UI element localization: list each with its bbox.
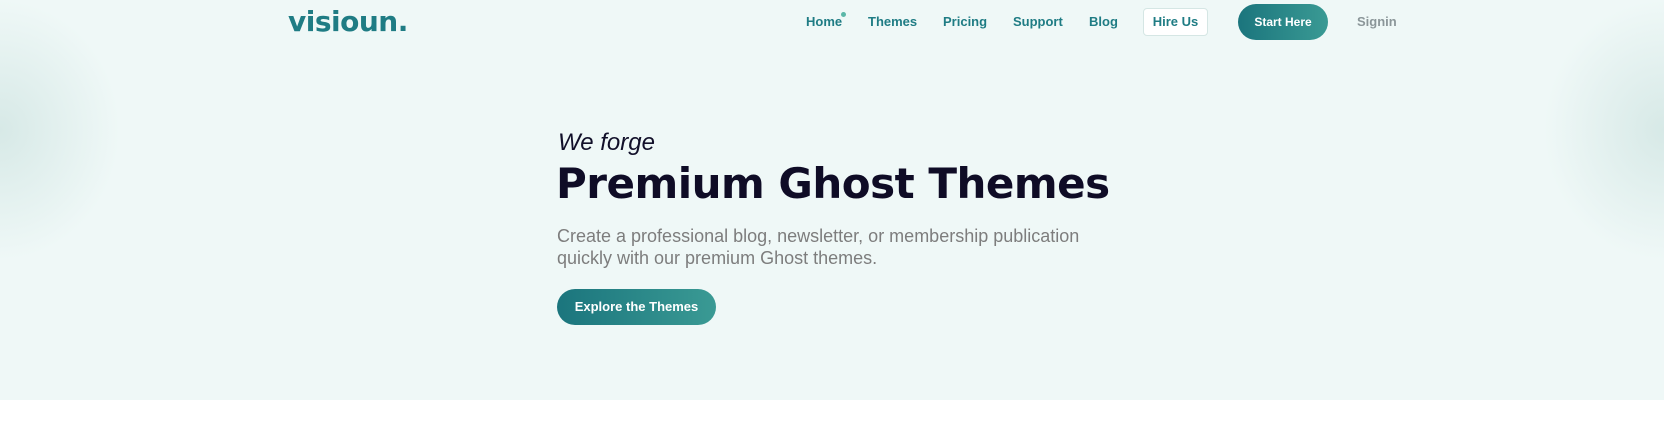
nav-themes[interactable]: Themes [868, 12, 917, 32]
hire-us-button[interactable]: Hire Us [1143, 8, 1208, 36]
hero-eyebrow: We forge [558, 129, 655, 156]
nav-support[interactable]: Support [1013, 12, 1063, 32]
hero-subtitle-line-1: Create a professional blog, newsletter, … [557, 226, 1080, 246]
explore-themes-button[interactable]: Explore the Themes [557, 289, 716, 325]
hero-subtitle: Create a professional blog, newsletter, … [557, 225, 1097, 269]
signin-link[interactable]: Signin [1357, 12, 1397, 32]
nav-home[interactable]: Home [806, 12, 842, 32]
start-here-button[interactable]: Start Here [1238, 4, 1328, 40]
nav-blog[interactable]: Blog [1089, 12, 1118, 32]
logo[interactable]: visioun. [288, 2, 408, 42]
hero-subtitle-line-2: quickly with our premium Ghost themes. [557, 248, 878, 268]
hero-headline: Premium Ghost Themes [556, 159, 1110, 208]
active-indicator-dot [841, 12, 846, 17]
hero-section: visioun. Home Themes Pricing Support Blo… [0, 0, 1664, 400]
nav-pricing[interactable]: Pricing [943, 12, 987, 32]
